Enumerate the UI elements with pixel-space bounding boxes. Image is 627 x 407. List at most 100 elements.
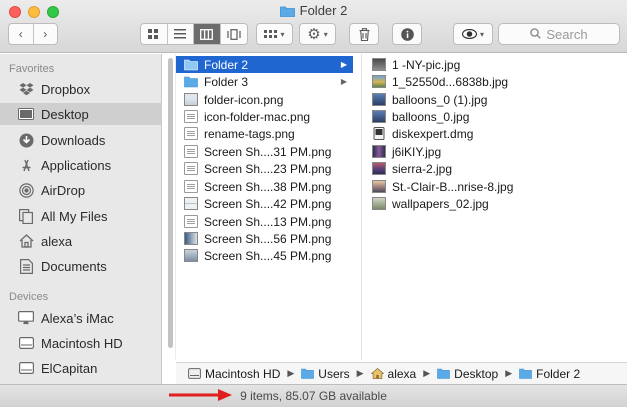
eye-icon [461,29,477,39]
sidebar-item-label: Dropbox [41,81,91,97]
list-view-button[interactable] [168,24,194,44]
list-item[interactable]: sierra-2.jpg [362,160,627,177]
imac-icon [17,310,35,326]
forward-button[interactable]: › [34,24,58,44]
chevron-down-icon: ▾ [479,29,484,39]
list-item[interactable]: 1 -NY-pic.jpg [362,56,627,73]
folder-icon [184,59,198,71]
list-item[interactable]: St.-Clair-B...nrise-8.jpg [362,178,627,195]
png-file-icon [184,110,198,123]
sidebar-item-alexa[interactable]: alexa [0,230,162,252]
action-button[interactable]: ⚙ ▾ [299,23,336,45]
list-item[interactable]: Folder 3 ▶ [176,73,353,90]
breadcrumb-users[interactable]: Users [318,367,349,381]
chevron-right-icon: ▶ [505,368,513,378]
sidebar-item-label: ElCapitan [41,360,98,376]
list-item[interactable]: balloons_0.jpg [362,108,627,125]
list-item[interactable]: wallpapers_02.jpg [362,195,627,212]
disclosure-arrow-icon: ▶ [340,77,347,86]
sidebar-item-label: Applications [41,157,112,173]
list-item[interactable]: diskexpert.dmg [362,125,627,142]
info-icon [400,27,414,41]
chevron-right-icon: ▶ [287,368,295,378]
status-text: 9 items, 85.07 GB available [240,389,387,403]
dmg-file-icon [373,127,385,140]
list-item[interactable]: Screen Sh....38 PM.png [176,178,353,195]
list-item[interactable]: Screen Sh....23 PM.png [176,160,353,177]
folder-icon [301,368,315,379]
breadcrumb-folder-2[interactable]: Folder 2 [536,367,580,381]
chevron-down-icon: ▾ [323,29,328,39]
list-item[interactable]: Folder 2 ▶ [176,56,353,73]
list-item[interactable]: Screen Sh....56 PM.png [176,230,353,247]
list-item[interactable]: Screen Sh....31 PM.png [176,143,353,160]
chevron-down-icon: ▾ [280,29,285,39]
sidebar-item-all-my-files[interactable]: All My Files [0,205,162,227]
back-button[interactable]: ‹ [9,24,34,44]
sidebar-item-elcapitan[interactable]: ElCapitan [0,357,162,379]
column-view-button[interactable] [194,24,221,44]
folder-icon [279,5,295,20]
search-icon [530,27,542,42]
sidebar-item-label: Desktop [41,106,89,122]
arrange-button[interactable]: ▾ [256,23,293,45]
sidebar-item-alexas-imac[interactable]: Alexa’s iMac [0,307,162,329]
downloads-icon [17,132,35,148]
disk-icon [17,335,35,351]
sidebar-item-downloads[interactable]: Downloads [0,129,162,151]
folder-icon [519,368,532,379]
home-icon [17,233,35,249]
breadcrumb-desktop[interactable]: Desktop [454,367,498,381]
trash-icon [359,27,369,41]
sidebar-item-label: AirDrop [41,182,86,198]
image-file-icon [372,197,386,210]
chevron-right-icon: ▶ [423,368,431,378]
sidebar-item-airdrop[interactable]: AirDrop [0,179,162,201]
breadcrumb-macintosh-hd[interactable]: Macintosh HD [205,367,280,381]
folder-icon [437,368,450,379]
search-field[interactable]: Search [498,23,620,45]
image-file-icon [184,197,198,210]
quick-look-button[interactable]: ▾ [453,23,493,45]
annotation-arrow-icon [169,389,232,401]
image-file-icon [372,110,386,123]
dropbox-icon [17,81,35,97]
column-scrollbar[interactable] [164,54,176,360]
list-item[interactable]: Screen Sh....13 PM.png [176,213,353,230]
list-item[interactable]: icon-folder-mac.png [176,108,353,125]
list-item[interactable]: Screen Sh....45 PM.png [176,247,353,264]
get-info-button[interactable] [392,23,422,45]
cover-flow-view-button[interactable] [221,24,247,44]
png-file-icon [184,145,198,158]
sidebar-item-documents[interactable]: Documents [0,255,162,277]
list-view-icon [174,29,187,39]
column-view-icon [200,28,214,40]
home-icon [370,368,385,379]
window-title-text: Folder 2 [299,3,348,18]
breadcrumb-alexa[interactable]: alexa [388,367,417,381]
image-file-icon [372,93,386,106]
arrange-icon [264,29,278,38]
airdrop-icon [17,182,35,198]
image-file-icon [184,93,198,106]
list-item[interactable]: j6iKIY.jpg [362,143,627,160]
list-item[interactable]: 1_52550d...6838b.jpg [362,73,627,90]
image-file-icon [184,249,198,262]
list-item[interactable]: Screen Sh....42 PM.png [176,195,353,212]
favorites-header: Favorites [9,63,55,75]
list-item[interactable]: rename-tags.png [176,125,353,142]
sidebar-item-macintosh-hd[interactable]: Macintosh HD [0,332,162,354]
list-item[interactable]: folder-icon.png [176,91,353,108]
delete-button[interactable] [349,23,379,45]
sidebar-item-dropbox[interactable]: Dropbox [0,78,162,100]
status-bar: 9 items, 85.07 GB available [0,384,627,407]
sidebar-item-desktop[interactable]: Desktop [0,103,162,125]
titlebar: Folder 2 ‹ › ▾ ⚙ ▾ ▾ Search [0,0,627,53]
all-files-icon [17,208,35,224]
folder-2-column: 1 -NY-pic.jpg 1_52550d...6838b.jpg ballo… [362,54,627,360]
sidebar-item-applications[interactable]: Applications [0,154,162,176]
list-item[interactable]: balloons_0 (1).jpg [362,91,627,108]
path-bar: Macintosh HD ▶ Users ▶ alexa ▶ Desktop ▶… [176,362,627,384]
scrollbar-thumb[interactable] [168,58,173,348]
icon-view-button[interactable] [141,24,168,44]
